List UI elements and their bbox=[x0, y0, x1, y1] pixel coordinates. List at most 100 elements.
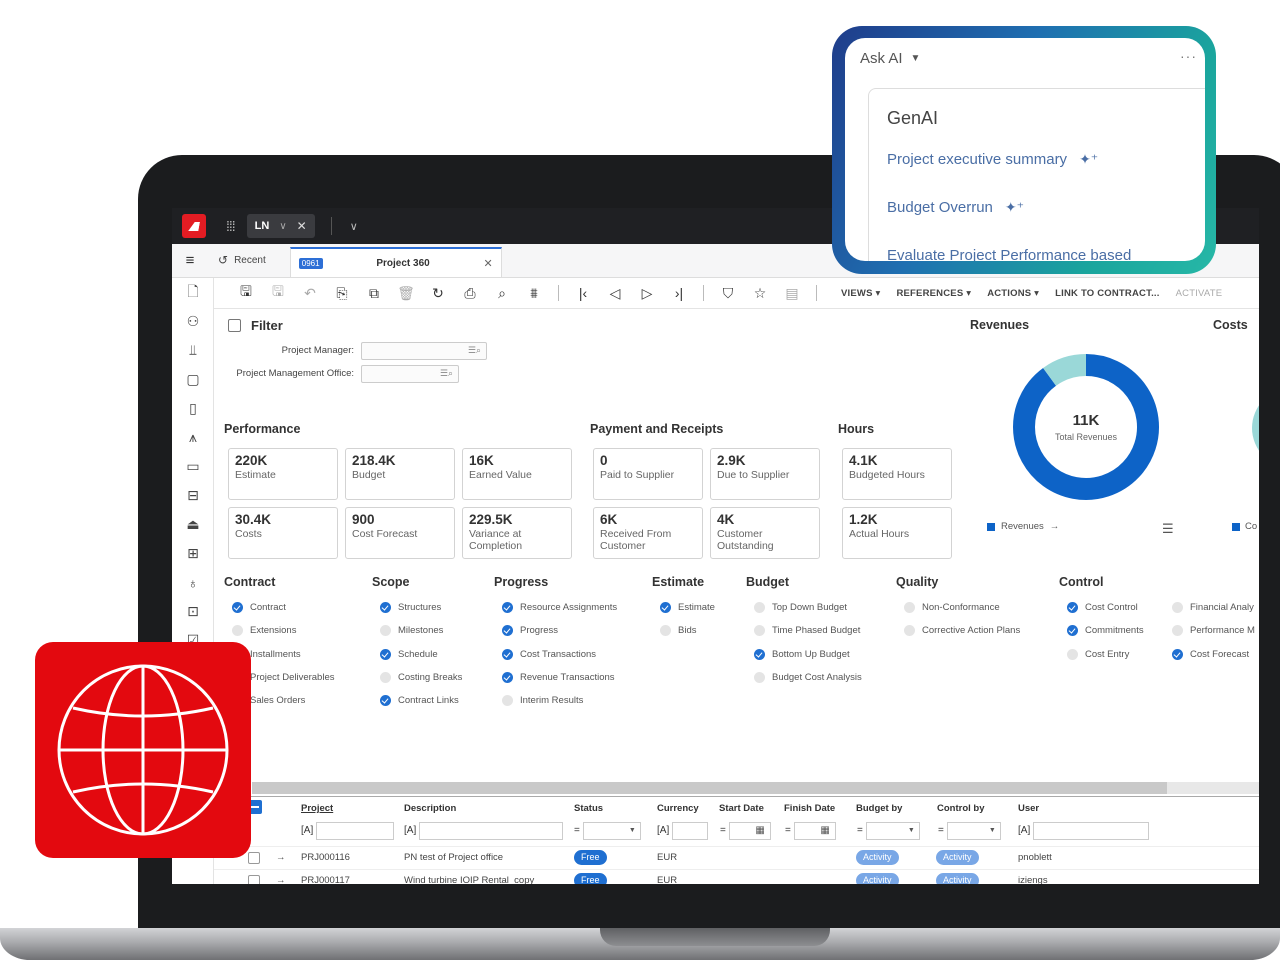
row-arrow-icon[interactable]: → bbox=[276, 852, 286, 863]
col-currency[interactable]: Currency bbox=[657, 803, 699, 814]
previous-record-icon[interactable]: ◁ bbox=[599, 285, 631, 302]
row-arrow-icon[interactable]: → bbox=[276, 875, 286, 884]
menu-activate[interactable]: ACTIVATE bbox=[1176, 288, 1223, 299]
hierarchy-icon[interactable]: ⩩ bbox=[518, 285, 550, 302]
cell-control-by[interactable]: Activity bbox=[936, 850, 979, 865]
option-item[interactable]: Performance M bbox=[1172, 625, 1255, 636]
revenues-donut-chart[interactable]: 11K Total Revenues bbox=[1010, 351, 1162, 503]
costs-legend[interactable]: Co bbox=[1232, 521, 1257, 532]
revenues-legend[interactable]: Revenues → bbox=[987, 521, 1059, 532]
ship-icon[interactable]: ⏏ bbox=[172, 510, 214, 539]
search-icon[interactable]: ⌕ bbox=[486, 285, 518, 302]
register-icon[interactable]: ⊞ bbox=[172, 539, 214, 568]
more-options-icon[interactable]: ··· bbox=[1180, 48, 1197, 64]
filter-status[interactable]: =▼ bbox=[574, 821, 641, 840]
app-grid-icon[interactable]: ⁞⁞⁞ bbox=[226, 218, 235, 234]
duplicate-icon[interactable]: ⧉ bbox=[358, 285, 390, 302]
kpi-estimate[interactable]: 220KEstimate bbox=[228, 448, 338, 500]
col-finish-date[interactable]: Finish Date bbox=[784, 803, 835, 814]
menu-views[interactable]: VIEWS ▾ bbox=[841, 288, 880, 299]
menu-icon[interactable]: ≡ bbox=[172, 243, 208, 277]
col-description[interactable]: Description bbox=[404, 803, 456, 814]
option-item[interactable]: Cost Forecast bbox=[1172, 649, 1249, 660]
new-record-icon[interactable]: ⎘ bbox=[326, 285, 358, 302]
filter-finish-date[interactable]: =▦ bbox=[785, 821, 836, 840]
option-item[interactable]: Structures bbox=[380, 602, 441, 613]
award-icon[interactable]: ♁ bbox=[172, 568, 214, 597]
ai-prompt-budget-overrun[interactable]: Budget Overrun✦⁺ bbox=[887, 199, 1024, 216]
kpi-earned-value[interactable]: 16KEarned Value bbox=[462, 448, 572, 500]
favorite-star-icon[interactable]: ☆ bbox=[744, 285, 776, 302]
kpi-costs[interactable]: 30.4KCosts bbox=[228, 507, 338, 559]
option-item[interactable]: Contract bbox=[232, 602, 286, 613]
option-item[interactable]: Schedule bbox=[380, 649, 438, 660]
option-item[interactable]: Budget Cost Analysis bbox=[754, 672, 862, 683]
col-project[interactable]: Project bbox=[301, 803, 333, 814]
col-user[interactable]: User bbox=[1018, 803, 1039, 814]
table-row[interactable]: →PRJ000117Wind turbine IOIP Rental_copyF… bbox=[214, 869, 1259, 884]
filter-control-by[interactable]: =▼ bbox=[938, 821, 1001, 840]
close-icon[interactable]: ✕ bbox=[297, 219, 307, 233]
money-icon[interactable]: ⊡ bbox=[172, 597, 214, 626]
refresh-icon[interactable]: ↻ bbox=[422, 285, 454, 302]
delete-icon[interactable]: 🗑 bbox=[390, 285, 422, 302]
analytics-icon[interactable]: ⩚ bbox=[172, 423, 214, 452]
kpi-due-to-supplier[interactable]: 2.9KDue to Supplier bbox=[710, 448, 820, 500]
menu-actions[interactable]: ACTIONS ▾ bbox=[987, 288, 1039, 299]
col-control-by[interactable]: Control by bbox=[937, 803, 985, 814]
users-icon[interactable]: ⚇ bbox=[172, 307, 214, 336]
option-item[interactable]: Interim Results bbox=[502, 695, 583, 706]
kpi-paid-to-supplier[interactable]: 0Paid to Supplier bbox=[593, 448, 703, 500]
option-item[interactable]: Estimate bbox=[660, 602, 715, 613]
menu-link-to-contract[interactable]: LINK TO CONTRACT... bbox=[1055, 288, 1159, 299]
option-item[interactable]: Costing Breaks bbox=[380, 672, 462, 683]
option-item[interactable]: Revenue Transactions bbox=[502, 672, 615, 683]
print-icon[interactable]: ⎙ bbox=[454, 285, 486, 302]
kpi-budget[interactable]: 218.4KBudget bbox=[345, 448, 455, 500]
kpi-customer-outstanding[interactable]: 4KCustomer Outstanding bbox=[710, 507, 820, 559]
filter-budget-by[interactable]: =▼ bbox=[857, 821, 920, 840]
col-status[interactable]: Status bbox=[574, 803, 603, 814]
kpi-cost-forecast[interactable]: 900Cost Forecast bbox=[345, 507, 455, 559]
row-checkbox[interactable] bbox=[248, 852, 260, 864]
list-icon[interactable]: ☰ bbox=[1162, 521, 1174, 537]
cell-status[interactable]: Free bbox=[574, 873, 607, 884]
option-item[interactable]: Corrective Action Plans bbox=[904, 625, 1020, 636]
chevron-down-icon[interactable]: ∨ bbox=[350, 220, 358, 233]
option-item[interactable]: Cost Entry bbox=[1067, 649, 1129, 660]
pmo-field[interactable]: ☰⌕ bbox=[361, 365, 459, 383]
option-item[interactable]: Extensions bbox=[232, 625, 296, 636]
save-close-icon[interactable]: 🖫 bbox=[262, 281, 294, 305]
cell-budget-by[interactable]: Activity bbox=[856, 850, 899, 865]
filter-description[interactable]: [A] bbox=[404, 821, 563, 840]
menu-references[interactable]: REFERENCES ▾ bbox=[896, 288, 971, 299]
kpi-variance-at-completion[interactable]: 229.5KVariance at Completion bbox=[462, 507, 572, 559]
ai-prompt-evaluate-performance[interactable]: Evaluate Project Performance based bbox=[887, 247, 1131, 261]
row-checkbox[interactable] bbox=[248, 875, 260, 884]
document-icon[interactable]: 🗋 bbox=[172, 278, 214, 307]
filter-project[interactable]: [A] bbox=[301, 821, 394, 840]
option-item[interactable]: Resource Assignments bbox=[502, 602, 617, 613]
ai-prompt-executive-summary[interactable]: Project executive summary✦⁺ bbox=[887, 151, 1098, 168]
option-item[interactable]: Time Phased Budget bbox=[754, 625, 860, 636]
col-start-date[interactable]: Start Date bbox=[719, 803, 764, 814]
chart-icon[interactable]: ⫫ bbox=[172, 336, 214, 365]
close-icon[interactable]: ✕ bbox=[484, 257, 493, 270]
filter-start-date[interactable]: =▦ bbox=[720, 821, 771, 840]
col-budget-by[interactable]: Budget by bbox=[856, 803, 902, 814]
option-item[interactable]: Top Down Budget bbox=[754, 602, 847, 613]
option-item[interactable]: Non-Conformance bbox=[904, 602, 1000, 613]
donut-slice-1[interactable] bbox=[1050, 365, 1086, 377]
forklift-icon[interactable]: ⊟ bbox=[172, 481, 214, 510]
undo-icon[interactable]: ↶ bbox=[294, 285, 326, 302]
option-item[interactable]: Cost Transactions bbox=[502, 649, 596, 660]
kpi-received-from-customer[interactable]: 6KReceived From Customer bbox=[593, 507, 703, 559]
option-item[interactable]: Bottom Up Budget bbox=[754, 649, 850, 660]
ln-app-tab[interactable]: LN ∨ ✕ bbox=[247, 214, 315, 238]
app-logo[interactable] bbox=[182, 214, 206, 238]
horizontal-scrollbar[interactable] bbox=[252, 782, 1259, 794]
kpi-actual-hours[interactable]: 1.2KActual Hours bbox=[842, 507, 952, 559]
option-item[interactable]: Milestones bbox=[380, 625, 443, 636]
card-icon[interactable]: ▭ bbox=[172, 452, 214, 481]
option-item[interactable]: Commitments bbox=[1067, 625, 1144, 636]
